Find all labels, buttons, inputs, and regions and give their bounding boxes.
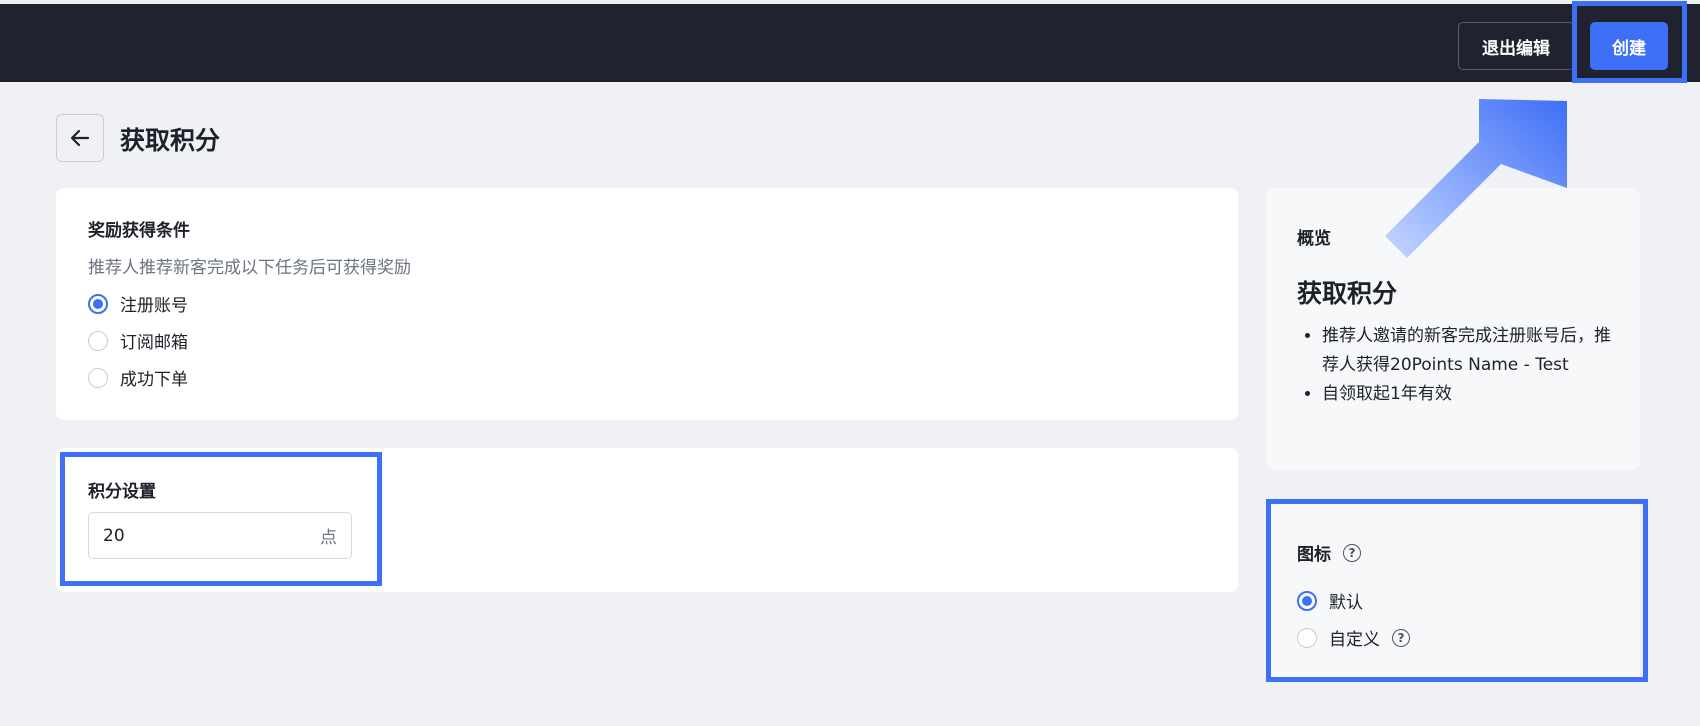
- radio-checked-icon[interactable]: [1297, 590, 1317, 611]
- exit-edit-button[interactable]: 退出编辑: [1458, 22, 1574, 70]
- overview-item: 推荐人邀请的新客完成注册账号后，推荐人获得20Points Name - Tes…: [1322, 322, 1618, 380]
- condition-option-label: 订阅邮箱: [120, 333, 188, 353]
- page-title: 获取积分: [120, 126, 221, 155]
- condition-option-order[interactable]: 成功下单: [88, 365, 188, 390]
- overview-item: 自领取起1年有效: [1322, 380, 1618, 409]
- icon-option-default[interactable]: 默认: [1297, 588, 1363, 613]
- create-button[interactable]: 创建: [1590, 22, 1668, 70]
- points-input[interactable]: 20 点: [88, 512, 352, 559]
- radio-checked-icon[interactable]: [88, 293, 108, 314]
- radio-unchecked-icon[interactable]: [88, 367, 108, 388]
- icon-setting-header: 图标 ?: [1297, 540, 1361, 565]
- points-unit: 点: [320, 528, 337, 548]
- condition-option-label: 注册账号: [120, 296, 188, 316]
- condition-option-register[interactable]: 注册账号: [88, 291, 188, 316]
- points-setting-title: 积分设置: [88, 482, 156, 502]
- icon-option-label: 默认: [1329, 593, 1363, 613]
- overview-title: 概览: [1297, 229, 1331, 249]
- condition-option-label: 成功下单: [120, 370, 188, 390]
- reward-condition-title: 奖励获得条件: [88, 221, 190, 241]
- reward-condition-desc: 推荐人推荐新客完成以下任务后可获得奖励: [88, 258, 411, 278]
- icon-setting-title: 图标: [1297, 545, 1331, 565]
- reward-condition-card: [56, 188, 1238, 420]
- icon-option-label: 自定义: [1329, 630, 1380, 650]
- radio-unchecked-icon[interactable]: [88, 330, 108, 351]
- icon-option-custom[interactable]: 自定义 ?: [1297, 625, 1410, 650]
- back-button[interactable]: [56, 114, 104, 162]
- points-value[interactable]: 20: [103, 526, 320, 546]
- help-icon[interactable]: ?: [1392, 628, 1410, 647]
- arrow-left-icon: [70, 129, 90, 147]
- condition-option-subscribe[interactable]: 订阅邮箱: [88, 328, 188, 353]
- pointer-arrow-icon: [1385, 99, 1567, 258]
- radio-unchecked-icon[interactable]: [1297, 627, 1317, 648]
- help-icon[interactable]: ?: [1343, 543, 1361, 562]
- top-bar: 退出编辑 创建: [0, 4, 1700, 82]
- overview-list: 推荐人邀请的新客完成注册账号后，推荐人获得20Points Name - Tes…: [1308, 322, 1618, 409]
